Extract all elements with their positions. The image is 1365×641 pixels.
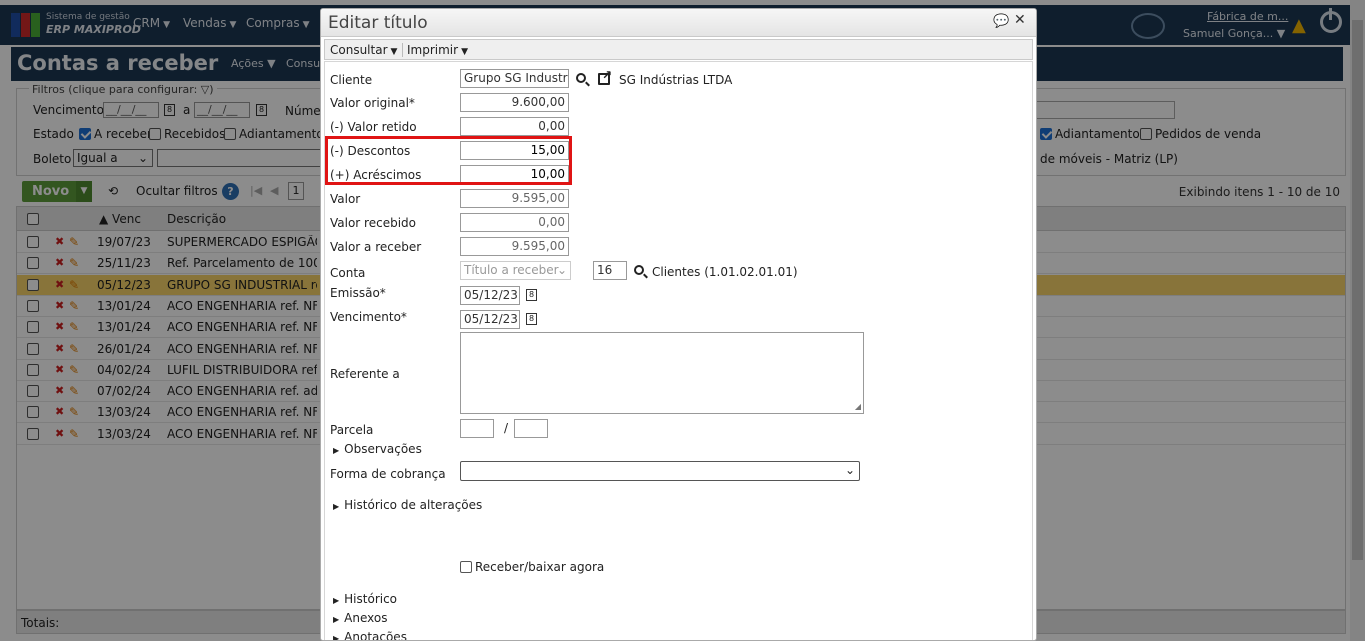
- valor-original-input[interactable]: 9.600,00: [460, 93, 569, 112]
- expand-icon: ▶: [333, 596, 340, 605]
- receber-agora-checkbox[interactable]: Receber/baixar agora: [460, 560, 604, 574]
- chevron-down-icon: ⌄: [844, 463, 855, 477]
- edit-title-dialog: Editar título 💬 ✕ Consultar ▼ Imprimir ▼ C…: [320, 8, 1037, 641]
- cliente-input[interactable]: Grupo SG Industrial: [460, 69, 569, 88]
- expand-icon: ▶: [333, 502, 340, 511]
- cliente-label: Cliente: [330, 73, 373, 87]
- cliente-link[interactable]: SG Indústrias LTDA: [619, 73, 732, 87]
- valor-input[interactable]: 9.595,00: [460, 189, 569, 208]
- anotacoes-toggle[interactable]: ▶ Anotações: [333, 630, 407, 641]
- valor-label: Valor: [330, 192, 361, 206]
- referente-textarea[interactable]: ◢: [460, 332, 864, 414]
- expand-icon: ▶: [333, 446, 340, 455]
- valor-retido-label: (-) Valor retido: [330, 120, 417, 134]
- parcela-separator: /: [504, 421, 509, 435]
- parcela-number-input[interactable]: [460, 419, 494, 438]
- resize-grip-icon[interactable]: ◢: [855, 402, 861, 411]
- app-window: Sistema de gestão ERP MAXIPROD CRM ▼ Vend…: [0, 0, 1365, 641]
- parcela-label: Parcela: [330, 423, 374, 437]
- parcela-total-input[interactable]: [514, 419, 548, 438]
- close-icon[interactable]: ✕: [1014, 12, 1026, 28]
- conta-description: Clientes (1.01.02.01.01): [652, 265, 798, 279]
- valor-retido-input[interactable]: 0,00: [460, 117, 569, 136]
- dialog-menubar: Consultar ▼ Imprimir ▼: [324, 39, 1033, 60]
- expand-icon: ▶: [333, 615, 340, 624]
- highlight-annotation: [325, 136, 572, 185]
- valor-receber-label: Valor a receber: [330, 240, 422, 254]
- external-link-icon[interactable]: [598, 68, 612, 85]
- vencimento-input[interactable]: 05/12/23: [460, 310, 520, 329]
- conta-select[interactable]: Título a receber ⌄: [460, 261, 571, 280]
- valor-recebido-input[interactable]: 0,00: [460, 213, 569, 232]
- emissao-input[interactable]: 05/12/23: [460, 286, 520, 305]
- vencimento-label: Vencimento*: [330, 310, 407, 324]
- historico-alteracoes-toggle[interactable]: ▶ Histórico de alterações: [333, 498, 482, 512]
- valor-recebido-label: Valor recebido: [330, 216, 416, 230]
- conta-number-input[interactable]: 16: [593, 261, 627, 280]
- expand-icon: ▶: [333, 634, 340, 641]
- historico-toggle[interactable]: ▶ Histórico: [333, 592, 397, 606]
- search-icon[interactable]: [576, 73, 586, 83]
- search-icon[interactable]: [634, 265, 644, 275]
- conta-label: Conta: [330, 266, 366, 280]
- emissao-label: Emissão*: [330, 286, 386, 300]
- anexos-toggle[interactable]: ▶ Anexos: [333, 611, 387, 625]
- forma-cobranca-select[interactable]: ⌄: [460, 461, 860, 481]
- comment-icon[interactable]: 💬: [993, 14, 1009, 29]
- dialog-header: Editar título 💬 ✕: [321, 9, 1036, 37]
- calendar-icon[interactable]: 8: [526, 313, 537, 325]
- imprimir-menu[interactable]: Imprimir ▼: [402, 43, 468, 57]
- valor-original-label: Valor original*: [330, 96, 415, 110]
- consultar-menu[interactable]: Consultar ▼: [330, 43, 397, 57]
- forma-cobranca-label: Forma de cobrança: [330, 467, 446, 481]
- calendar-icon[interactable]: 8: [526, 289, 537, 301]
- dialog-title: Editar título: [328, 13, 428, 33]
- observacoes-toggle[interactable]: ▶ Observações: [333, 442, 422, 456]
- referente-label: Referente a: [330, 367, 400, 381]
- valor-receber-input[interactable]: 9.595,00: [460, 237, 569, 256]
